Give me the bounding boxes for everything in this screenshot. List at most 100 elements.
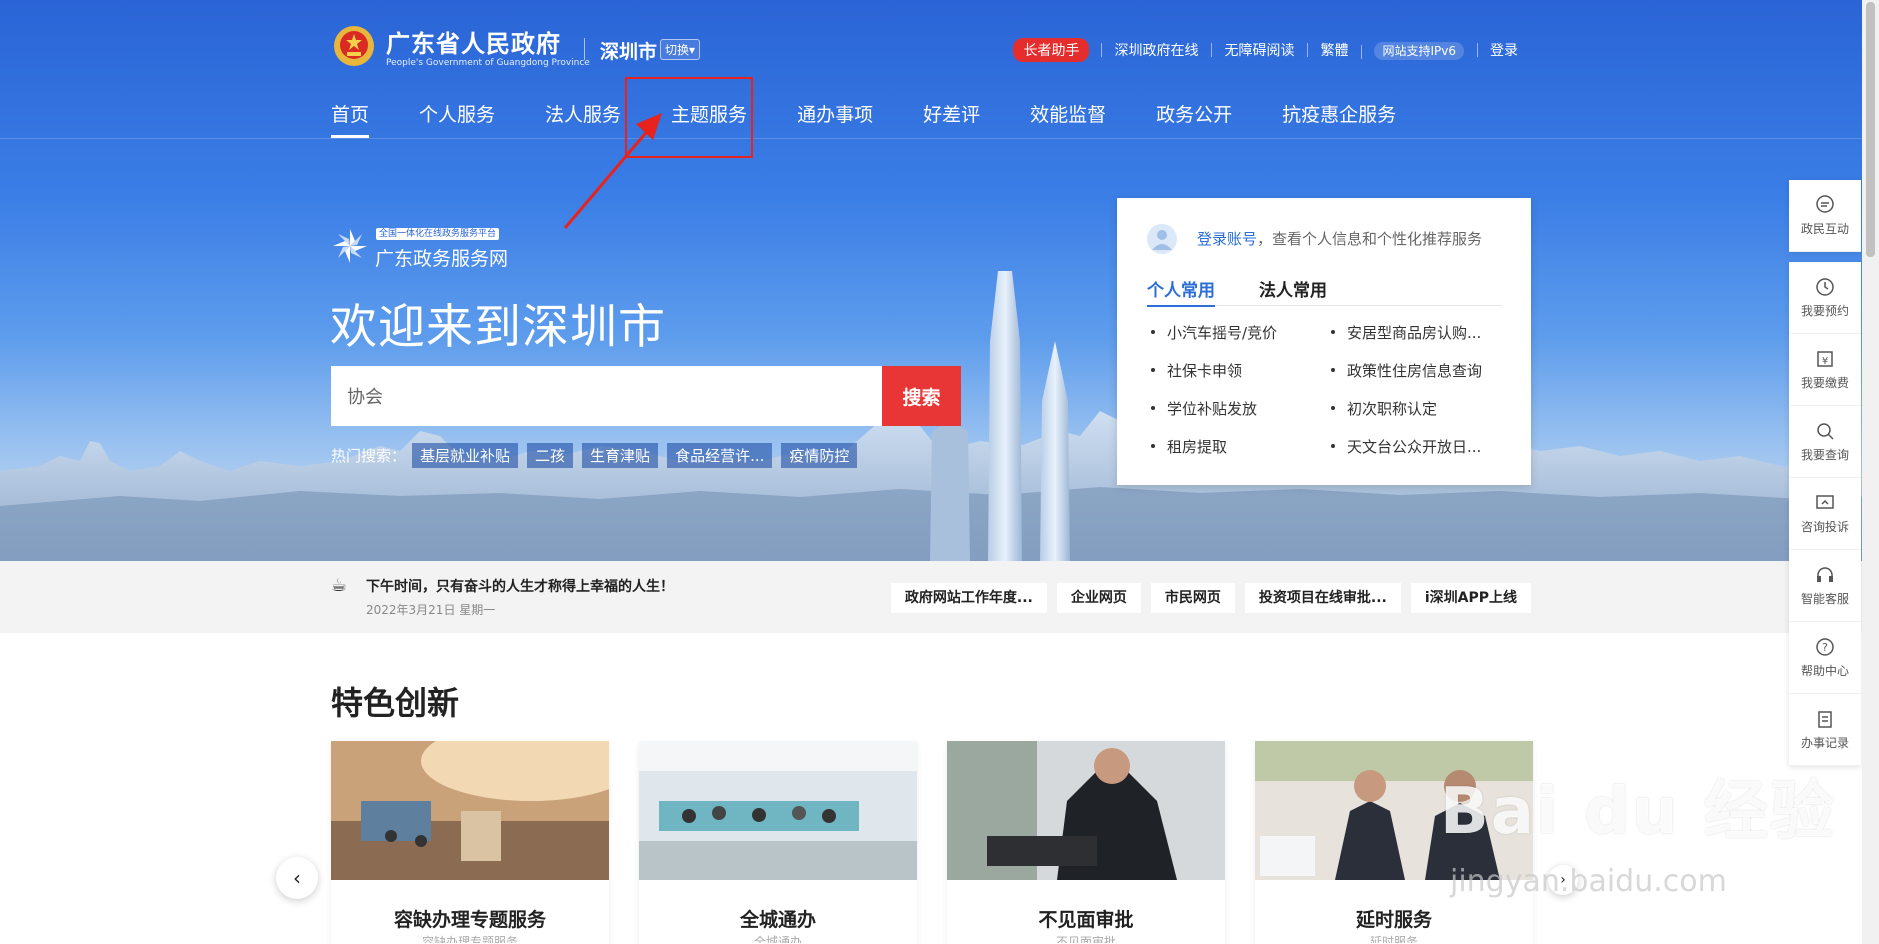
sidebar-item-label: 帮助中心 — [1800, 664, 1849, 678]
site-title[interactable]: 广东省人民政府 — [386, 24, 561, 59]
login-link[interactable]: 登录 — [1477, 40, 1531, 60]
nav-rating[interactable]: 好差评 — [923, 100, 980, 138]
platform-name: 广东政务服务网 — [375, 248, 509, 270]
feature-card-desc: ...延时服务... — [1358, 935, 1430, 943]
headset-icon — [1817, 567, 1833, 582]
service-item[interactable]: 小汽车摇号/竞价 — [1149, 322, 1329, 341]
link-traditional-chinese[interactable]: 繁體 — [1307, 40, 1361, 60]
service-item[interactable]: 安居型商品房认购... — [1329, 322, 1509, 341]
top-links: 长者助手 深圳政府在线 无障碍阅读 繁體 网站支持IPv6 登录 — [1013, 38, 1531, 62]
hot-tag[interactable]: 生育津贴 — [582, 443, 659, 468]
sidebar-item-appointment[interactable]: 我要预约 — [1789, 262, 1861, 334]
sidebar-item-label: 我要查询 — [1800, 448, 1849, 462]
quick-links: 政府网站工作年度... 企业网页 市民网页 投资项目在线审批... i深圳APP… — [890, 583, 1531, 613]
link-accessibility[interactable]: 无障碍阅读 — [1211, 40, 1307, 60]
quick-link[interactable]: i深圳APP上线 — [1410, 583, 1531, 613]
greeting-message: 下午时间，只有奋斗的人生才称得上幸福的人生！ — [366, 579, 674, 595]
service-item[interactable]: 政策性住房信息查询 — [1329, 360, 1509, 379]
sidebar-item-label: 我要缴费 — [1800, 376, 1849, 390]
quick-link[interactable]: 政府网站工作年度... — [890, 583, 1047, 613]
search-input[interactable] — [331, 366, 882, 426]
sidebar-item-complaint[interactable]: 咨询投诉 — [1789, 478, 1861, 550]
sidebar-item-smart-service[interactable]: 智能客服 — [1789, 550, 1861, 622]
feature-card-title: 延时服务 — [1355, 909, 1432, 931]
service-item[interactable]: 天文台公众开放日... — [1329, 436, 1509, 455]
site-subtitle: People's Government of Guangdong Provinc… — [386, 58, 590, 68]
clock-icon — [1816, 278, 1834, 296]
nav-theme-services[interactable]: 主题服务 — [671, 100, 747, 138]
feature-card[interactable]: 容缺办理专题服务 ...容缺办理专题服务... — [331, 721, 641, 944]
yuan-payment-icon: ¥ — [1817, 351, 1833, 367]
service-list: 小汽车摇号/竞价 安居型商品房认购... 社保卡申领 政策性住房信息查询 学位补… — [1149, 322, 1509, 455]
sidebar-item-query[interactable]: 我要查询 — [1789, 406, 1861, 478]
sidebar-item-help[interactable]: ? 帮助中心 — [1789, 622, 1861, 694]
search-button[interactable]: 搜索 — [882, 366, 961, 426]
link-shenzhen-gov-online[interactable]: 深圳政府在线 — [1101, 40, 1211, 60]
hot-search-label: 热门搜索： — [331, 447, 407, 465]
tab-personal-common[interactable]: 个人常用 — [1147, 276, 1215, 307]
hot-tag[interactable]: 基层就业补贴 — [412, 443, 519, 468]
user-avatar-icon — [1147, 224, 1177, 254]
current-date: 2022年3月21日 星期一 — [366, 603, 496, 617]
baidu-watermark: Bai du 经验 — [1440, 775, 1836, 849]
nav-universal-services[interactable]: 通办事项 — [797, 100, 873, 138]
feature-photo-hall — [331, 721, 641, 880]
feature-card-title: 容缺办理专题服务 — [393, 909, 546, 931]
ipv6-badge[interactable]: 网站支持IPv6 — [1374, 41, 1464, 60]
elder-mode-button[interactable]: 长者助手 — [1013, 38, 1090, 62]
nav-divider — [0, 138, 1879, 139]
nav-personal-services[interactable]: 个人服务 — [419, 100, 495, 138]
features-title: 特色创新 — [331, 684, 460, 722]
nav-government-affairs[interactable]: 政务公开 — [1156, 100, 1232, 138]
notice-bar: ☕ 下午时间，只有奋斗的人生才称得上幸福的人生！ 2022年3月21日 星期一 … — [0, 561, 1879, 633]
nav-efficiency-supervision[interactable]: 效能监督 — [1030, 100, 1106, 138]
feature-card[interactable]: 全城通办 ...全城通办... — [639, 741, 917, 944]
feature-cards: 容缺办理专题服务 ...容缺办理专题服务... 全城通办 ...全城通办... … — [331, 721, 1533, 944]
city-switch-label: 切换 — [665, 43, 690, 57]
page-scrollbar[interactable] — [1862, 0, 1879, 944]
hot-tag[interactable]: 食品经营许... — [667, 443, 773, 468]
sidebar-item-label: 办事记录 — [1800, 736, 1849, 750]
search-icon — [1817, 423, 1834, 440]
service-item[interactable]: 学位补贴发放 — [1149, 398, 1329, 417]
carousel-prev-button[interactable]: ‹ — [276, 857, 318, 899]
nav-epidemic-services[interactable]: 抗疫惠企服务 — [1282, 100, 1396, 138]
hot-tag[interactable]: 疫情防控 — [781, 443, 858, 468]
sidebar-item-payment[interactable]: ¥ 我要缴费 — [1789, 334, 1861, 406]
hot-searches: 热门搜索： 基层就业补贴 二孩 生育津贴 食品经营许... 疫情防控 — [331, 443, 866, 468]
quick-link[interactable]: 市民网页 — [1150, 583, 1235, 613]
quick-link[interactable]: 企业网页 — [1056, 583, 1141, 613]
hero-banner — [0, 0, 1879, 561]
tab-corporate-common[interactable]: 法人常用 — [1259, 276, 1327, 306]
service-item[interactable]: 租房提取 — [1149, 436, 1329, 455]
nav-home[interactable]: 首页 — [331, 100, 370, 138]
header-separator — [584, 38, 585, 60]
chat-bubble-icon — [1816, 195, 1834, 213]
service-item[interactable]: 社保卡申领 — [1149, 360, 1329, 379]
service-item[interactable]: 初次职称认定 — [1329, 398, 1509, 417]
login-account-link[interactable]: 登录账号 — [1197, 230, 1257, 248]
quick-link[interactable]: 投资项目在线审批... — [1244, 583, 1401, 613]
coffee-cup-icon: ☕ — [331, 575, 348, 596]
feature-card-desc: ...不见面审批... — [1044, 935, 1128, 943]
feature-card-title: 不见面审批 — [1038, 909, 1134, 931]
right-sidebar: 政民互动 我要预约 ¥ 我要缴费 我要查询 咨询投诉 智能客服 ? 帮助中心 办 — [1789, 180, 1861, 766]
platform-tag: 全国一体化在线政务服务平台 — [376, 228, 500, 240]
monitor-icon — [1816, 495, 1834, 509]
feature-photo-businessman — [947, 741, 1225, 880]
chevron-down-icon: ▾ — [689, 43, 696, 57]
sidebar-item-interaction[interactable]: 政民互动 — [1789, 180, 1861, 252]
feature-photo-service-hall — [639, 741, 917, 880]
feature-card-desc: ...容缺办理专题服务... — [410, 935, 530, 943]
hot-tag[interactable]: 二孩 — [527, 443, 574, 468]
sidebar-item-label: 智能客服 — [1800, 592, 1849, 606]
sidebar-item-records[interactable]: 办事记录 — [1789, 694, 1861, 766]
feature-card-desc: ...全城通办... — [742, 935, 814, 943]
feature-card[interactable]: 不见面审批 ...不见面审批... — [947, 741, 1225, 944]
city-switch-button[interactable]: 切换▾ — [660, 39, 701, 60]
svg-text:?: ? — [1822, 641, 1828, 654]
scrollbar-thumb[interactable] — [1866, 2, 1875, 257]
help-icon: ? — [1816, 638, 1834, 656]
nav-corporate-services[interactable]: 法人服务 — [545, 100, 621, 138]
feature-card-title: 全城通办 — [739, 909, 816, 931]
